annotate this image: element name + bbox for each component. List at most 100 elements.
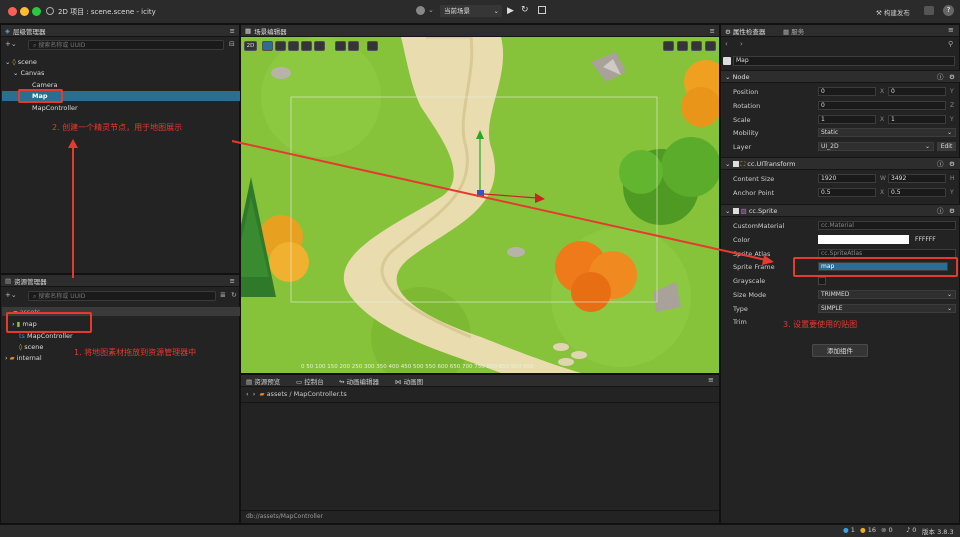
settings-icon[interactable]: ⚙ [949,158,955,170]
component-enable-checkbox[interactable] [732,161,739,167]
axis-label: X [880,189,885,196]
add-asset-icon[interactable]: +⌄ [5,291,17,299]
forward-icon[interactable]: › [253,390,256,398]
node-section-header[interactable]: ⌄ Node ⓘ ⚙ [721,70,960,83]
content-height-input[interactable]: 3492 [888,174,946,183]
gizmo-icon[interactable] [663,41,674,51]
menu-icon[interactable]: ≡ [948,26,954,34]
menu-icon[interactable]: ≡ [230,27,235,35]
folder-icon: ▤ [5,276,12,285]
menu-icon[interactable]: ≡ [710,27,715,35]
content-size-label: Content Size [733,175,775,183]
color-swatch[interactable] [818,235,909,244]
refresh-icon[interactable]: ↻ [231,291,237,299]
uitransform-section-header[interactable]: ⌄ ⛶ cc.UITransform ⓘ ⚙ [721,157,960,170]
settings-icon[interactable]: ⚙ [949,71,955,83]
pin-icon[interactable]: ⚲ [948,40,953,48]
move-tool-icon[interactable] [262,41,273,51]
layer-edit-button[interactable]: Edit [937,142,956,151]
mobility-select[interactable]: Static ⌄ [818,128,956,137]
typescript-icon: ts [19,332,28,340]
rotate-tool-icon[interactable] [275,41,286,51]
value: 0 [821,88,825,95]
scene-viewport[interactable]: 0 50 100 150 200 250 300 350 400 450 500… [241,37,719,373]
anchor-x-input[interactable]: 0.5 [818,188,876,197]
forward-icon[interactable]: › [740,40,743,48]
coordinate-icon[interactable] [348,41,359,51]
size-mode-select[interactable]: TRIMMED ⌄ [818,290,956,299]
snap-icon[interactable] [367,41,378,51]
active-checkbox[interactable] [723,57,731,65]
help-icon[interactable]: ⓘ [937,158,944,170]
tree-asset-mapcontroller[interactable]: ts MapController [19,332,73,340]
tree-node-scene[interactable]: ⌄ ◊ scene [5,58,37,66]
refresh-icon[interactable]: ↻ [521,5,529,15]
content-width-input[interactable]: 1920 [818,174,876,183]
scale-label: Scale [733,116,751,124]
add-component-button[interactable]: 添加组件 [812,344,868,357]
mode-2d-button[interactable]: 2D [244,41,257,51]
position-y-input[interactable]: 0 [888,87,946,96]
status-error[interactable]: ⊗ 0 [881,526,893,534]
menu-icon[interactable]: ≡ [708,376,714,384]
play-icon[interactable]: ▶ [507,6,514,16]
build-button[interactable]: ⚒ 构建发布 [876,7,910,17]
tree-node-canvas[interactable]: ⌄ Canvas [13,69,44,77]
help-icon[interactable]: ⓘ [937,71,944,83]
breadcrumb-file[interactable]: MapController.ts [294,390,347,398]
status-warn[interactable]: ● 16 [860,526,876,534]
rect-tool-icon[interactable] [301,41,312,51]
tree-node-camera[interactable]: Camera [32,81,58,89]
status-notifications[interactable]: ♪ 0 [906,526,916,534]
preview-icon[interactable] [538,6,546,14]
rotation-z-input[interactable]: 0 [818,101,946,110]
breadcrumb-root[interactable]: assets [267,390,288,398]
tree-asset-internal[interactable]: › ▰ internal [5,354,42,362]
settings-icon[interactable] [691,41,702,51]
component-enable-checkbox[interactable] [732,208,739,214]
transform-tool-icon[interactable] [314,41,325,51]
globe-icon[interactable] [416,6,425,15]
color-hex-value[interactable]: FFFFFF [915,236,936,243]
custom-material-field[interactable]: cc.Material [818,221,956,230]
tab-inspector[interactable]: ⚙ 属性检查器 [725,26,765,36]
scale-x-input[interactable]: 1 [818,115,876,124]
pivot-icon[interactable] [335,41,346,51]
tree-asset-scene[interactable]: ◊ scene [19,343,43,351]
scale-tool-icon[interactable] [288,41,299,51]
collapse-icon[interactable]: ⊟ [229,40,235,48]
sort-icon[interactable]: ≣ [220,291,226,299]
back-icon[interactable]: ‹ [725,40,728,48]
menu-icon[interactable]: ≡ [230,277,235,285]
camera-icon[interactable] [677,41,688,51]
status-info[interactable]: ● 1 [843,526,855,534]
layer-select[interactable]: UI_2D ⌄ [818,142,934,151]
hierarchy-search-input[interactable]: ⌕ 搜索名称或 UUID [28,40,224,50]
tree-node-mapcontroller[interactable]: MapController [32,104,78,112]
tab-console[interactable]: ▭ 控制台 [296,376,324,386]
tab-services[interactable]: ▦ 服务 [783,26,804,36]
close-window-button[interactable] [8,7,17,16]
tab-asset-preview[interactable]: ▤ 资源预览 [246,376,280,386]
help-icon[interactable]: ⓘ [937,205,944,217]
chevron-down-icon: ⌄ [725,160,731,168]
tab-animation-editor[interactable]: ↬ 动画编辑器 [339,376,379,386]
help-icon[interactable]: ? [943,5,954,16]
tab-animation-graph[interactable]: ⋈ 动画图 [395,376,423,386]
minimize-window-button[interactable] [20,7,29,16]
folder-icon[interactable] [924,6,934,15]
scale-y-input[interactable]: 1 [888,115,946,124]
zoom-window-button[interactable] [32,7,41,16]
type-select[interactable]: SIMPLE ⌄ [818,304,956,313]
grayscale-checkbox[interactable] [818,277,826,285]
assets-search-input[interactable]: ⌕ 搜索名称或 UUID [28,291,216,301]
layers-icon[interactable] [705,41,716,51]
sprite-section-header[interactable]: ⌄ ▨ cc.Sprite ⓘ ⚙ [721,204,960,217]
anchor-y-input[interactable]: 0.5 [888,188,946,197]
node-name-input[interactable]: Map [733,56,955,66]
back-icon[interactable]: ‹ [246,390,249,398]
settings-icon[interactable]: ⚙ [949,205,955,217]
add-node-icon[interactable]: +⌄ [5,40,17,48]
scene-select[interactable]: 当前场景 ⌄ [440,5,502,17]
position-x-input[interactable]: 0 [818,87,876,96]
